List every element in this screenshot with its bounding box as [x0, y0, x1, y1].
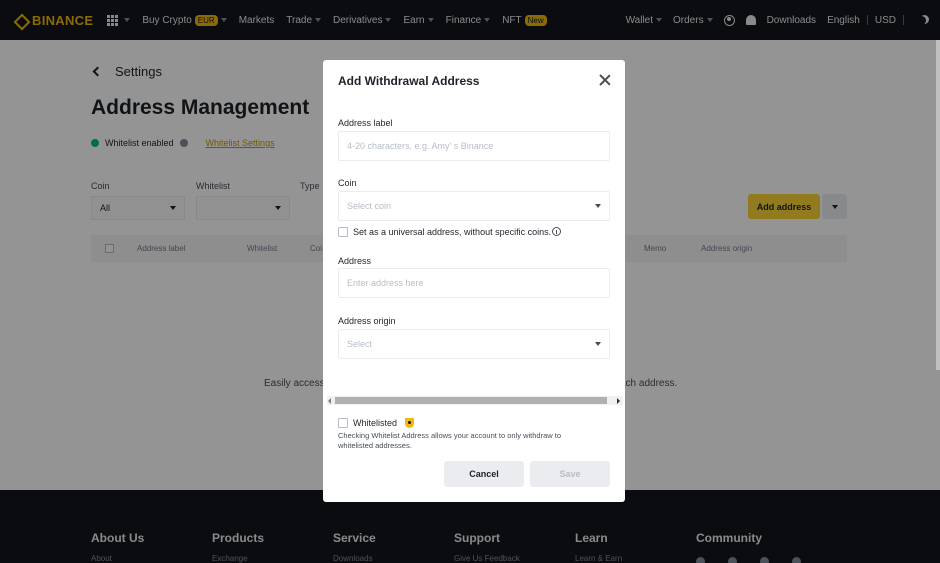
universal-address-text: Set as a universal address, without spec… — [353, 227, 552, 237]
save-button[interactable]: Save — [530, 461, 610, 487]
horizontal-scrollbar[interactable] — [327, 396, 623, 405]
scroll-left-icon[interactable] — [328, 398, 331, 404]
universal-address-checkbox[interactable] — [338, 227, 348, 237]
scroll-right-icon[interactable] — [617, 398, 620, 404]
whitelist-note: Checking Whitelist Address allows your a… — [338, 431, 562, 450]
coin-label: Coin — [338, 178, 357, 188]
cancel-button[interactable]: Cancel — [444, 461, 524, 487]
address-field-label: Address — [338, 256, 372, 266]
address-input[interactable] — [347, 278, 601, 288]
scrollbar-thumb[interactable] — [335, 397, 607, 404]
page-scrollbar[interactable] — [936, 40, 940, 370]
chevron-down-icon — [595, 342, 601, 346]
address-label-input[interactable] — [347, 141, 601, 151]
address-label-label: Address label — [338, 118, 393, 128]
info-icon[interactable] — [552, 227, 561, 236]
chevron-down-icon — [595, 204, 601, 208]
dialog-title: Add Withdrawal Address — [338, 74, 480, 88]
address-origin-select[interactable]: Select — [338, 329, 610, 359]
address-origin-label: Address origin — [338, 316, 396, 326]
shield-icon — [405, 418, 414, 428]
address-label-field[interactable] — [338, 131, 610, 161]
whitelisted-checkbox[interactable] — [338, 418, 348, 428]
coin-select[interactable]: Select coin — [338, 191, 610, 221]
address-field[interactable] — [338, 268, 610, 298]
close-icon[interactable] — [599, 74, 611, 86]
whitelisted-label: Whitelisted — [353, 418, 398, 428]
add-withdrawal-address-dialog: Add Withdrawal Address Address label Coi… — [323, 60, 625, 502]
